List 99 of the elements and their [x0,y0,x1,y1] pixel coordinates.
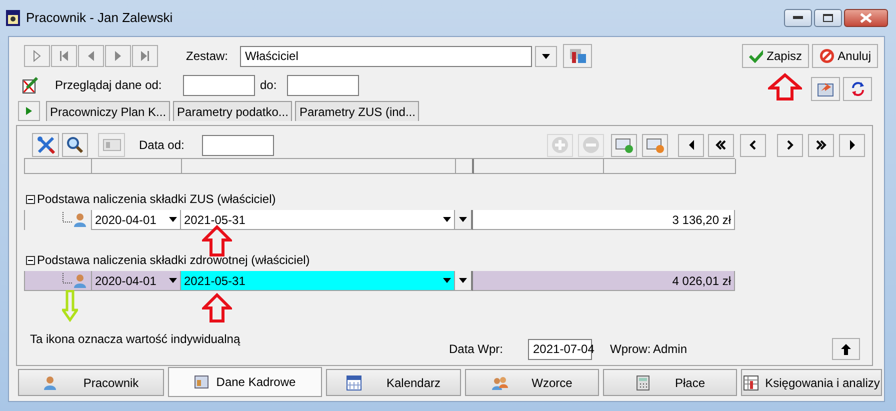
next-record-icon [113,50,123,62]
note-text: Ta ikona oznacza wartość indywidualną [30,331,240,348]
amount-cell: 3 136,20 zł [473,210,735,230]
remove-icon [582,136,600,154]
minimize-button[interactable] [784,9,812,27]
refresh-button[interactable] [843,77,872,101]
date-cell[interactable]: 2021-05-31 [181,271,455,291]
date-cell[interactable]: 2020-04-01 [91,271,181,291]
scroll-top-icon [841,344,851,354]
tab[interactable]: Pracownik [18,369,164,396]
people-icon [492,374,508,390]
maximize-icon [823,14,833,22]
date-to-label: do: [260,77,277,94]
set-label: Zestaw: [186,48,228,65]
date-to-field[interactable] [286,74,359,96]
add-row-icon [615,136,633,154]
last-page-icon [850,140,854,150]
next-button[interactable] [777,134,803,156]
tab[interactable]: Parametry podatko... [173,101,292,121]
search-button[interactable] [62,133,88,157]
dropdown-button[interactable] [535,46,558,66]
annotation-arrow [62,290,78,322]
first-page-button[interactable] [678,134,704,156]
first-record-icon [59,50,69,62]
annotation-arrow [202,293,232,323]
minimize-icon [793,16,803,20]
export-icon [816,81,834,97]
tab[interactable]: Dane Kadrowe [168,367,322,397]
caret-icon [169,278,177,283]
add-icon [551,136,569,154]
first-record-button[interactable] [51,45,77,67]
last-page-button[interactable] [839,134,865,156]
set-combo[interactable]: Właściciel [240,46,532,66]
play-icon [26,107,32,115]
date-from-field[interactable] [183,74,255,96]
previous-record-button[interactable] [78,45,104,67]
calculator-icon [634,374,651,390]
date-cell[interactable]: 2020-04-01 [91,210,181,230]
set-options-icon [568,48,587,64]
export-button[interactable] [811,77,840,101]
group-title: Podstawa naliczenia składki ZUS (właściciel) [37,191,276,208]
remove-row-icon [646,136,664,154]
amount-cell: 4 026,01 zł [473,271,735,291]
group-title: Podstawa naliczenia składki zdrowotnej (właściciel) [37,252,310,269]
new-record-button[interactable] [24,45,50,67]
person-icon [60,272,88,288]
caret-icon [542,54,550,58]
entered-by-label: Wprow: [610,341,652,358]
add-row-button[interactable] [611,134,637,156]
date-from-label: Data od: [139,137,186,154]
cancel-button[interactable]: Anuluj [812,44,878,68]
maximize-button[interactable] [814,9,842,27]
tab[interactable]: Księgowania i analizy [741,369,882,396]
tab[interactable]: Parametry ZUS (ind... [295,101,420,121]
calendar-icon [102,139,120,151]
date-cell[interactable]: 2021-05-31 [181,210,455,230]
play-button[interactable] [18,101,40,121]
calendar-icon [346,374,362,390]
new-record-icon [32,50,42,62]
entry-date-label: Data Wpr: [449,341,504,358]
previous-button[interactable] [740,134,766,156]
app-icon [6,10,20,26]
tools-icon [36,135,56,155]
annotation-arrow [768,73,802,101]
remove-row-button[interactable] [642,134,668,156]
tab[interactable]: Płace [603,369,737,396]
search-icon [66,136,84,154]
column-header[interactable] [456,159,474,174]
last-record-icon [140,50,150,62]
date-from-field[interactable] [202,134,274,156]
column-header[interactable] [182,159,456,174]
close-button[interactable] [844,9,888,27]
browse-from-label: Przeglądaj dane od: [55,77,163,94]
caret-icon [169,217,177,222]
set-options-button[interactable] [563,44,592,68]
person-icon [60,212,88,228]
window-title: Pracownik - Jan Zalewski [26,9,173,28]
previous-record-icon [86,50,96,62]
close-icon [860,13,872,23]
entry-date-field[interactable]: 2021-07-04 [528,338,592,360]
cancel-icon [819,48,834,64]
card-icon [194,374,210,390]
edit-icon [22,76,39,94]
next-record-button[interactable] [105,45,131,67]
tools-button[interactable] [32,133,59,157]
first-page-icon [688,140,694,150]
skip-back-button[interactable] [708,134,734,156]
tab[interactable]: Kalendarz [326,369,461,396]
tab[interactable]: Pracowniczy Plan K... [46,101,170,121]
scroll-top-button[interactable] [832,338,860,360]
save-icon [749,49,763,63]
annotation-arrow [202,225,232,257]
ledger-icon [743,374,760,390]
save-button[interactable]: Zapisz [742,44,809,68]
entered-by-value: Admin [653,341,688,358]
skip-forward-button[interactable] [808,134,834,156]
column-header[interactable] [474,159,604,174]
tab[interactable]: Wzorce [465,369,599,396]
last-record-button[interactable] [132,45,158,67]
